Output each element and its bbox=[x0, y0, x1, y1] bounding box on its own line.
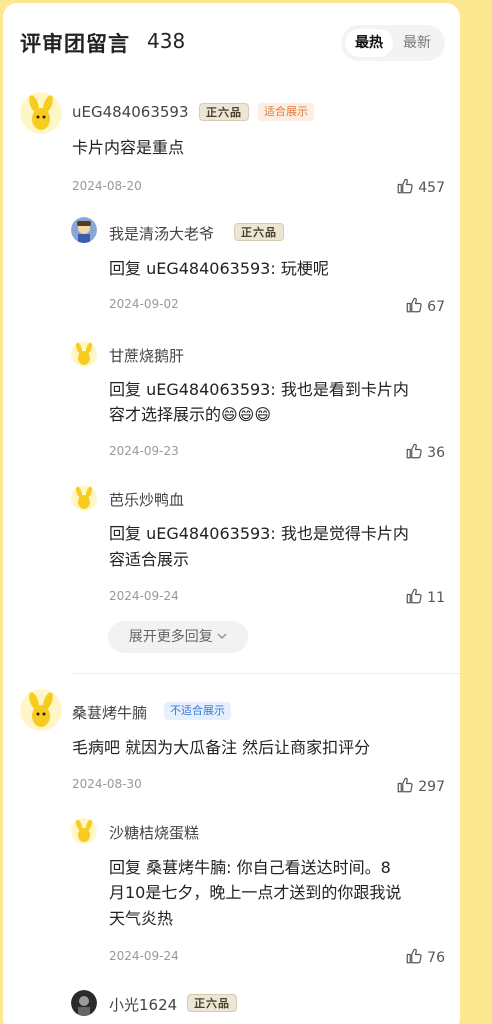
comment-count: 438 bbox=[147, 29, 186, 53]
reply-username[interactable]: 沙糖桔烧蛋糕 bbox=[109, 822, 199, 843]
thumbs-up-icon bbox=[406, 443, 422, 459]
like-button[interactable]: 11 bbox=[405, 587, 445, 606]
reply-username[interactable]: 我是清汤大老爷 bbox=[109, 223, 214, 244]
avatar-icon bbox=[71, 990, 97, 1016]
like-button[interactable]: 297 bbox=[396, 776, 445, 795]
reply-avatar[interactable] bbox=[71, 818, 97, 844]
comment-username[interactable]: 桑葚烤牛腩 bbox=[72, 702, 147, 723]
page-title: 评审团留言 bbox=[20, 32, 130, 56]
like-button[interactable]: 67 bbox=[405, 296, 445, 315]
sort-new-button[interactable]: 最新 bbox=[393, 29, 441, 57]
yellow-mascot-icon bbox=[20, 689, 62, 731]
tag-unsuitable: 不适合展示 bbox=[164, 702, 231, 720]
like-count: 457 bbox=[418, 180, 445, 196]
comment-date: 2024-08-20 bbox=[72, 179, 142, 193]
panel-header: 评审团留言 438 最热 最新 bbox=[20, 25, 445, 61]
thumbs-up-icon bbox=[406, 588, 422, 604]
thumbs-up-icon bbox=[397, 178, 413, 194]
yellow-mascot-icon bbox=[71, 818, 97, 844]
like-button[interactable]: 36 bbox=[405, 442, 445, 461]
divider bbox=[71, 673, 460, 674]
like-button[interactable]: 457 bbox=[396, 177, 445, 196]
expand-replies-label: 展开更多回复 bbox=[128, 629, 213, 645]
reply-username[interactable]: 甘蔗烧鹅肝 bbox=[109, 345, 184, 366]
sort-toggle: 最热 最新 bbox=[341, 25, 445, 61]
reply-date: 2024-09-24 bbox=[109, 589, 179, 603]
rank-badge: 正六品 bbox=[234, 223, 284, 241]
yellow-mascot-icon bbox=[20, 92, 62, 134]
rank-badge: 正六品 bbox=[187, 994, 237, 1012]
expand-replies-button[interactable]: 展开更多回复 bbox=[108, 621, 248, 653]
avatar[interactable] bbox=[20, 689, 62, 731]
reply-text-line3: 天气炎热 bbox=[109, 909, 174, 928]
like-button[interactable]: 76 bbox=[405, 947, 445, 966]
reply-text: 回复 uEG484063593: 我也是觉得卡片内 bbox=[109, 524, 409, 543]
avatar[interactable] bbox=[20, 92, 62, 134]
like-count: 11 bbox=[427, 590, 445, 606]
comment-username[interactable]: uEG484063593 bbox=[72, 103, 189, 121]
reply-avatar[interactable] bbox=[71, 217, 97, 243]
review-panel: 评审团留言 438 最热 最新 uEG484063593 正六品 适合展示 卡片… bbox=[3, 3, 460, 1024]
like-count: 36 bbox=[427, 445, 445, 461]
reply-date: 2024-09-02 bbox=[109, 297, 179, 311]
tag-suitable: 适合展示 bbox=[258, 103, 314, 121]
chevron-down-icon bbox=[217, 633, 227, 639]
reply-username[interactable]: 芭乐炒鸭血 bbox=[109, 489, 184, 510]
reply-username[interactable]: 小光1624 bbox=[109, 994, 177, 1015]
comment-text: 卡片内容是重点 bbox=[72, 138, 185, 157]
like-count: 297 bbox=[418, 779, 445, 795]
reply-text: 回复 uEG484063593: 玩梗呢 bbox=[109, 259, 329, 278]
like-count: 67 bbox=[427, 299, 445, 315]
reply-text-line2: 容适合展示 bbox=[109, 550, 190, 569]
comment-date: 2024-08-30 bbox=[72, 777, 142, 791]
thumbs-up-icon bbox=[406, 297, 422, 313]
reply-text: 回复 桑葚烤牛腩: 你自己看送达时间。8 bbox=[109, 858, 391, 877]
reply-date: 2024-09-24 bbox=[109, 949, 179, 963]
thumbs-up-icon bbox=[406, 948, 422, 964]
reply-avatar[interactable] bbox=[71, 990, 97, 1016]
yellow-mascot-icon bbox=[71, 341, 97, 367]
reply-avatar[interactable] bbox=[71, 341, 97, 367]
comment-text: 毛病吧 就因为大瓜备注 然后让商家扣评分 bbox=[72, 738, 371, 757]
thumbs-up-icon bbox=[397, 777, 413, 793]
reply-text-line2: 容才选择展示的😄😄😄 bbox=[109, 405, 272, 424]
reply-avatar[interactable] bbox=[71, 485, 97, 511]
sort-hot-button[interactable]: 最热 bbox=[345, 29, 393, 57]
like-count: 76 bbox=[427, 950, 445, 966]
reply-text-line2: 月10是七夕，晚上一点才送到的你跟我说 bbox=[109, 883, 402, 902]
reply-text: 回复 uEG484063593: 我也是看到卡片内 bbox=[109, 380, 409, 399]
yellow-mascot-icon bbox=[71, 485, 97, 511]
rank-badge: 正六品 bbox=[199, 103, 249, 121]
avatar-icon bbox=[71, 217, 97, 243]
reply-date: 2024-09-23 bbox=[109, 444, 179, 458]
